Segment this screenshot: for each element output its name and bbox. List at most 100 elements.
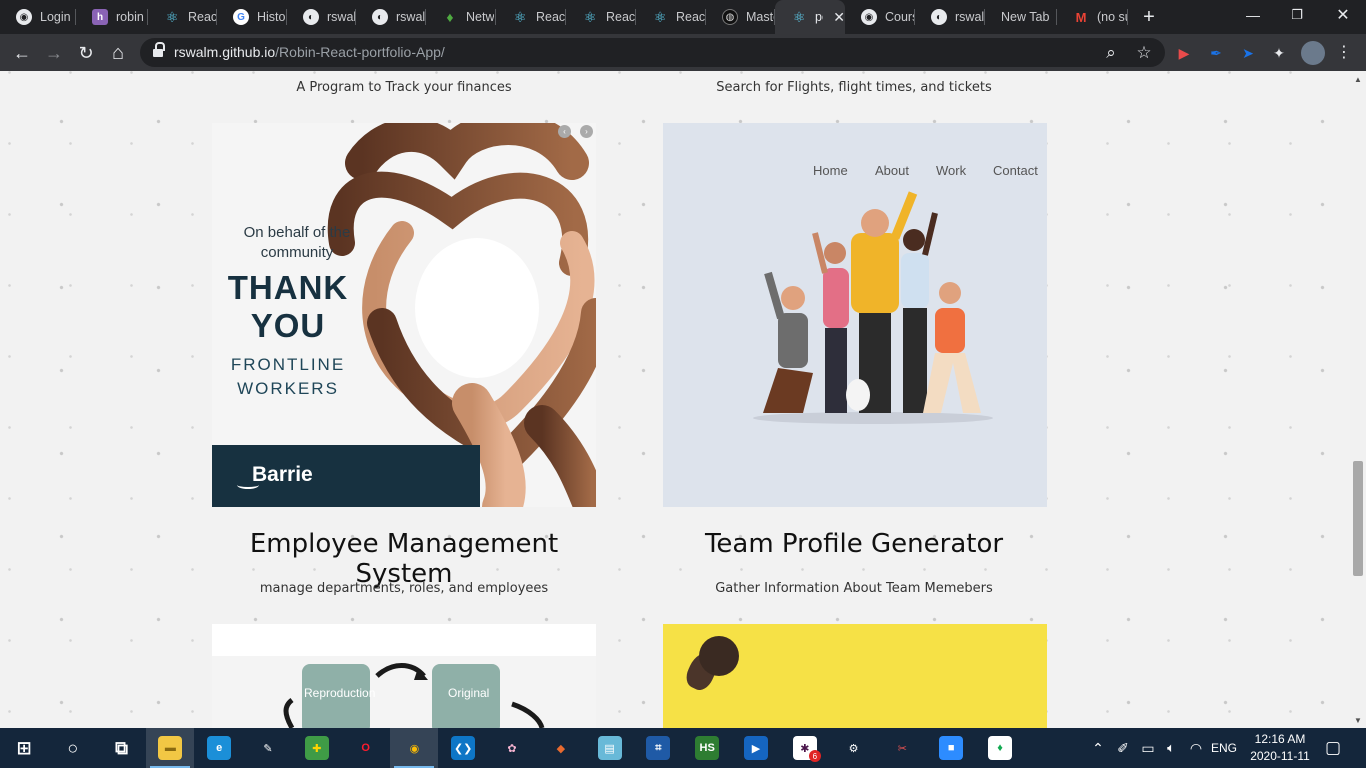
taskbar-app[interactable]: ✿ [488, 728, 536, 768]
team-illustration [753, 191, 993, 424]
browser-tab[interactable]: ◍ Maste [706, 0, 775, 34]
notification-center-icon[interactable]: ▢ [1322, 728, 1344, 768]
tab-close-icon[interactable]: ✕ [833, 9, 845, 26]
card-title-team-profile[interactable]: Team Profile Generator [662, 529, 1046, 559]
puzzle-extensions-icon[interactable]: ✦ [1268, 42, 1290, 64]
send-ext-icon[interactable]: ➤ [1237, 42, 1259, 64]
tab-title: Maste [746, 10, 775, 24]
card-title-employee-management[interactable]: Employee Management System [212, 529, 596, 589]
portfolio-page: A Program to Track your finances Search … [0, 71, 1350, 728]
new-tab-button[interactable]: + [1134, 0, 1164, 34]
taskbar-app[interactable]: ❮❯ [439, 728, 487, 768]
battery-icon[interactable]: ▭ [1138, 728, 1158, 768]
language-indicator[interactable]: ENG [1209, 728, 1239, 768]
zoom-icon: ■ [939, 736, 964, 760]
taskbar-app[interactable]: HS [683, 728, 731, 768]
taskbar-app[interactable]: ◉ [390, 728, 439, 768]
zoom-icon[interactable]: ⌕ [1100, 42, 1122, 64]
reload-icon: ↻ [78, 42, 94, 63]
taskbar-app[interactable]: ✱ 6 [781, 728, 829, 768]
taskbar-app[interactable]: ■ [927, 728, 975, 768]
browser-tab[interactable]: ⚛ pc ✕ [775, 0, 845, 34]
browser-menu-icon[interactable]: ⋮ [1333, 41, 1355, 63]
scroll-down-icon[interactable]: ▼ [1350, 712, 1366, 728]
reload-button[interactable]: ↻ [73, 40, 99, 66]
profile-avatar[interactable] [1301, 41, 1325, 65]
gmail-icon: M [1075, 9, 1087, 25]
browser-tab[interactable]: ⚛ React [148, 0, 217, 34]
media-player-icon: ▶ [744, 736, 768, 760]
taskbar-app[interactable]: ⊞ [0, 728, 48, 768]
taskbar-app[interactable]: ✂ [878, 728, 926, 768]
browser-tab[interactable]: ◉ Cours [845, 0, 915, 34]
file-explorer-icon: ▬ [158, 736, 183, 760]
url-text[interactable]: rswalm.github.io/Robin-React-portfolio-A… [174, 44, 445, 60]
snipping-tool-icon: ✂ [897, 742, 907, 755]
chevron-up-icon[interactable]: ⌃ [1090, 728, 1106, 768]
home-button[interactable]: ⌂ [105, 40, 131, 66]
taskbar-app[interactable]: ♦ [976, 728, 1024, 768]
carousel-next-icon[interactable]: › [580, 125, 593, 138]
browser-tab[interactable]: ⚛ React [566, 0, 636, 34]
taskbar-app[interactable]: ⚙ [830, 728, 878, 768]
window-close-button[interactable]: ✕ [1320, 0, 1366, 30]
scroll-up-icon[interactable]: ▲ [1350, 71, 1366, 87]
reproduction-project-image[interactable]: Reproduction Original [212, 624, 596, 728]
taskbar-app[interactable]: ▶ [732, 728, 780, 768]
taskbar-app[interactable]: ⌗ [634, 728, 682, 768]
page-scrollbar[interactable]: ▲ ▼ [1350, 71, 1366, 728]
brand-logo-text: Barrie [252, 463, 313, 486]
taskbar-app[interactable]: ◆ [537, 728, 585, 768]
tab-title: Histor [257, 10, 287, 24]
minimize-button[interactable]: — [1230, 0, 1276, 30]
forward-button[interactable]: → [41, 40, 67, 66]
carousel-prev-icon[interactable]: ‹ [558, 125, 571, 138]
taskbar-app[interactable]: ▤ [586, 728, 634, 768]
pen-ext-icon[interactable]: ✒ [1205, 42, 1227, 64]
taskbar-app[interactable]: e [195, 728, 243, 768]
youtube-ext-icon[interactable]: ▶ [1173, 42, 1195, 64]
sketch-app-icon: ✚ [304, 736, 329, 760]
browser-tab[interactable]: G Histor [217, 0, 287, 34]
mongodb-leaf-icon: ♦ [446, 9, 454, 25]
browser-tab[interactable]: ◐ rswalr [356, 0, 426, 34]
browser-tab[interactable]: ◉ Login [0, 0, 76, 34]
system-clock[interactable]: 12:16 AM 2020-11-11 [1240, 731, 1320, 765]
taskbar-app[interactable]: ▬ [146, 728, 195, 768]
pushpin-project-image[interactable] [663, 624, 1047, 728]
taskbar-app[interactable]: ⧉ [98, 728, 146, 768]
back-arrow-icon: ← [13, 42, 31, 63]
address-bar[interactable]: rswalm.github.io/Robin-React-portfolio-A… [140, 38, 1165, 67]
back-button[interactable]: ← [9, 40, 35, 66]
tab-title: robin [116, 10, 144, 24]
restore-button[interactable]: ❐ [1274, 0, 1320, 30]
browser-tab[interactable]: New Tab [985, 0, 1057, 34]
team-profile-image[interactable]: Home About Work Contact [663, 123, 1047, 507]
pen-tray-icon[interactable]: ✐ [1113, 728, 1133, 768]
browser-tab[interactable]: M (no su [1057, 0, 1128, 34]
clock-time: 12:16 AM [1254, 732, 1306, 746]
react-icon: ⚛ [165, 8, 179, 25]
tab-title: rswalr [396, 10, 426, 24]
taskbar-app[interactable]: ○ [49, 728, 97, 768]
github-icon: ◐ [303, 9, 319, 25]
volume-icon[interactable]: 🔈︎ [1161, 728, 1181, 768]
taskbar-app[interactable]: ✎ [244, 728, 292, 768]
wifi-icon[interactable]: ◠ [1186, 728, 1206, 768]
employee-management-image[interactable]: ‹ › On behalf of the community THANK YOU… [212, 123, 596, 507]
browser-toolbar: ← → ↻ ⌂ rswalm.github.io/Robin-React-por… [0, 34, 1366, 71]
lock-icon [153, 42, 165, 58]
browser-tab[interactable]: ◐ rswalr [915, 0, 985, 34]
bookmark-star-icon[interactable]: ☆ [1133, 42, 1155, 64]
chrome-icon: ◉ [409, 742, 420, 755]
browser-tab[interactable]: ⚛ React [496, 0, 566, 34]
browser-tab[interactable]: ◐ rswalr [287, 0, 356, 34]
github-icon: ◐ [372, 9, 388, 25]
tab-title: rswalr [955, 10, 985, 24]
scrollbar-thumb[interactable] [1353, 461, 1363, 576]
taskbar-app[interactable]: ✚ [293, 728, 341, 768]
browser-tab[interactable]: ⚛ React [636, 0, 706, 34]
taskbar-app[interactable]: O [342, 728, 390, 768]
browser-tab[interactable]: ♦ Netw [426, 0, 496, 34]
browser-tab[interactable]: h robin [76, 0, 148, 34]
